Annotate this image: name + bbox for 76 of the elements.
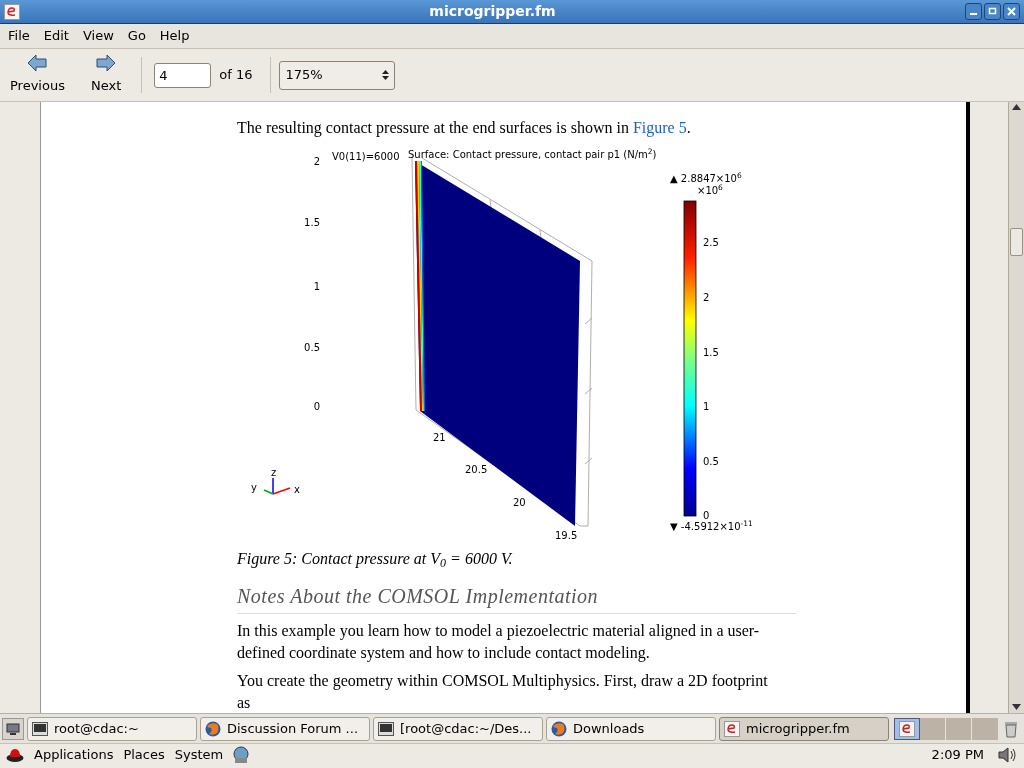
axis-label: y [251, 483, 257, 493]
taskbar-button[interactable]: microgripper.fm [719, 716, 889, 741]
axis-label: z [271, 468, 277, 478]
network-icon[interactable] [231, 746, 252, 764]
axis-label: x [294, 485, 300, 495]
menu-item[interactable]: File [8, 26, 30, 46]
workspace-window-icon [899, 720, 915, 737]
color-scale-tick-label: 0.5 [703, 457, 719, 467]
scroll-up-icon [1012, 104, 1021, 110]
menu-item[interactable]: Edit [43, 26, 69, 46]
toolbar-button[interactable]: Next [84, 54, 128, 96]
hat-icon [6, 747, 24, 763]
section-heading: Notes About the COMSOL Implementation [237, 581, 796, 614]
taskbar-button[interactable]: Downloads [546, 716, 716, 741]
figure-link[interactable]: Figure 5 [632, 119, 687, 136]
axis-triad-drawing [263, 477, 291, 495]
color-scale-tick-label: 1.5 [703, 348, 719, 358]
taskbar-button[interactable]: Discussion Forum ... [200, 716, 370, 741]
scroll-down-icon [1012, 704, 1021, 710]
y-tick-label: 1.5 [304, 218, 320, 228]
y-tick-label: 0 [313, 402, 320, 412]
toolbar-button[interactable]: Previous [4, 54, 71, 96]
clock[interactable]: 2:09 PM [931, 745, 984, 765]
speaker-icon[interactable] [998, 746, 1018, 764]
document-icon [724, 720, 740, 737]
color-scale-tick-label: 2 [703, 293, 710, 303]
maximize-button[interactable] [984, 3, 1001, 20]
menu-item[interactable]: Help [159, 26, 190, 46]
min-value-label: ▼ -4.5912×10$^{-11}$ [670, 522, 753, 532]
menu-item[interactable]: View [82, 26, 114, 46]
trash-icon[interactable] [1004, 719, 1018, 738]
y-tick-label: 1 [313, 282, 320, 292]
figure-caption: Figure 5: Contact pressure at V$_{0}$ = 6000 V. [237, 549, 514, 569]
workspace-switcher[interactable] [894, 717, 998, 740]
scroll-thumb[interactable] [1010, 228, 1023, 256]
color-scale-tick-label: 1 [703, 402, 710, 412]
x-tick-label: 20 [513, 498, 526, 508]
window-title: microgripper.fm [428, 2, 557, 21]
globe-icon [205, 720, 221, 737]
paragraph: The resulting contact pressure at the end surfaces is shown in Figure 5. [237, 118, 692, 138]
paragraph: You create the geometry within COMSOL Multiphysics. First, draw a 2D footprint as [237, 671, 769, 713]
show-desktop-button[interactable] [2, 717, 24, 740]
scrollbar[interactable] [1008, 102, 1024, 713]
panel-menu[interactable]: System [174, 745, 224, 765]
paragraph: In this example you learn how to model a piezoelectric material aligned in a user-defined coordinate system and how to include contact modeling. [237, 621, 761, 664]
desktop-icon [6, 722, 20, 735]
color-scale-tick-label: 0 [703, 511, 710, 521]
plot-title: Surface: Contact pressure, contact pair p1 (N/m$^{2}$) [408, 150, 657, 160]
panel-menu[interactable]: Applications [34, 745, 114, 765]
minimize-button[interactable] [965, 3, 982, 20]
color-scale-tick-label: 2.5 [703, 238, 719, 248]
close-icon [1007, 7, 1016, 16]
page-number-field[interactable]: 4 [154, 62, 212, 88]
globe-icon [551, 720, 567, 737]
panel-menu[interactable]: Places [123, 745, 165, 765]
close-button[interactable] [1003, 3, 1020, 20]
maximize-icon [988, 7, 997, 16]
app-icon [4, 3, 20, 20]
y-tick-label: 0.5 [304, 343, 320, 353]
menu-item[interactable]: Go [127, 26, 146, 46]
page-count: of 16 [219, 66, 253, 85]
run-label: V0(11)=6000 [332, 152, 400, 162]
right-arrow-icon [96, 54, 117, 73]
x-tick-label: 19.5 [555, 531, 578, 541]
max-value-label: ▲ 2.8847×10$^{6}$ [670, 174, 742, 184]
scale-factor-label: ×10$^{6}$ [697, 186, 723, 196]
spinner-arrows-icon [381, 69, 391, 81]
x-tick-label: 20.5 [465, 465, 488, 475]
taskbar-button[interactable]: root@cdac:~ [27, 716, 197, 741]
x-tick-label: 21 [433, 433, 446, 443]
terminal-icon [32, 721, 48, 736]
left-arrow-icon [27, 54, 48, 73]
y-tick-label: 2 [313, 157, 320, 167]
taskbar-button[interactable]: [root@cdac:~/Des... [373, 716, 543, 741]
zoom-dropdown[interactable]: 175% [279, 60, 396, 90]
terminal-icon [378, 721, 394, 736]
